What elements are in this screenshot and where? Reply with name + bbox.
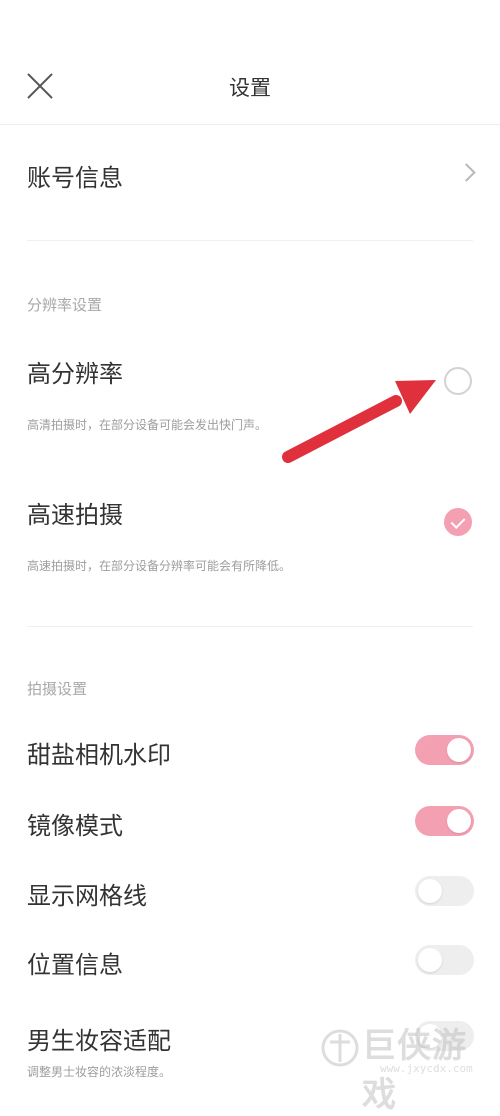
watermark-emblem-icon	[321, 1029, 359, 1067]
red-arrow-annotation	[282, 380, 436, 463]
watermark-url: www.jxycdx.com	[380, 1062, 473, 1075]
watermark-logo: 巨侠游戏 www.jxycdx.com	[318, 1018, 498, 1115]
